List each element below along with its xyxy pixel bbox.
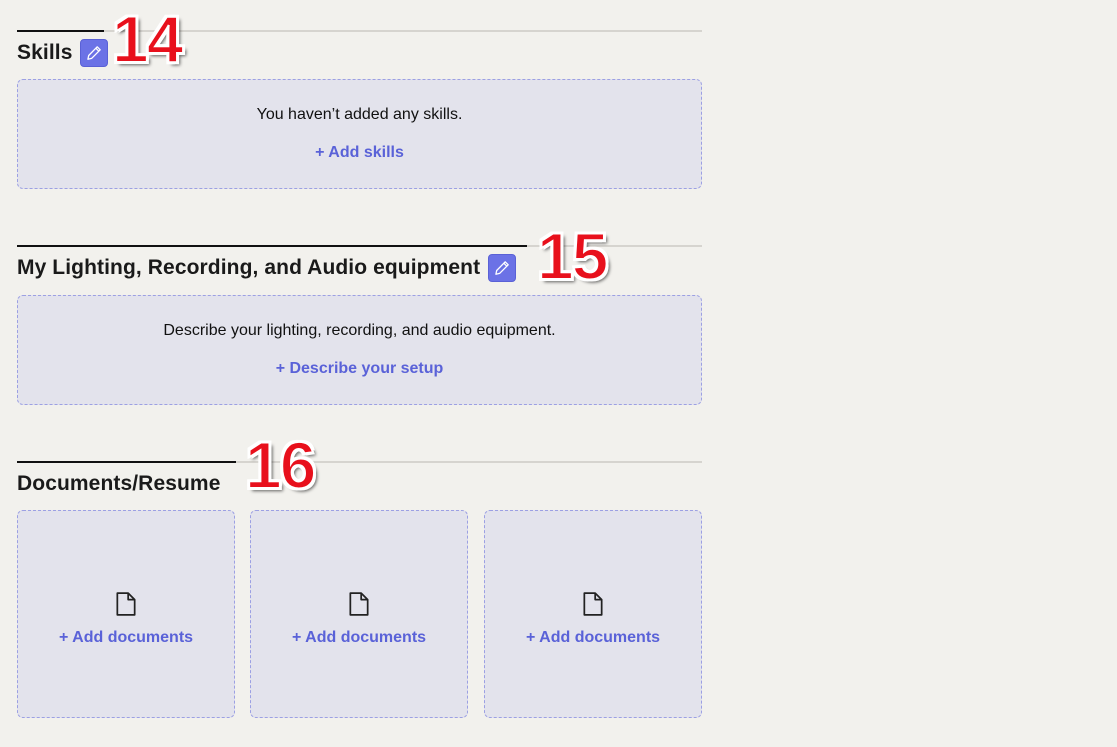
documents-title: Documents/Resume <box>17 472 221 495</box>
describe-setup-link[interactable]: + Describe your setup <box>276 360 444 378</box>
section-divider-accent <box>17 461 236 463</box>
annotation-marker-15: 15 <box>536 219 609 293</box>
section-divider-accent <box>17 245 527 247</box>
add-documents-link[interactable]: + Add documents <box>292 629 426 647</box>
equipment-empty-message: Describe your lighting, recording, and a… <box>163 322 556 339</box>
pencil-icon <box>495 261 510 275</box>
document-icon <box>116 592 136 616</box>
section-divider-accent <box>17 30 104 32</box>
add-documents-slot-2[interactable]: + Add documents <box>250 510 468 718</box>
annotation-marker-16: 16 <box>244 428 317 502</box>
skills-empty-card: You haven’t added any skills. + Add skil… <box>17 79 702 189</box>
documents-section-header: Documents/Resume <box>17 461 702 501</box>
edit-skills-button[interactable] <box>80 39 109 67</box>
annotation-marker-14: 14 <box>111 2 184 76</box>
pencil-icon <box>87 46 102 60</box>
equipment-empty-card: Describe your lighting, recording, and a… <box>17 295 702 405</box>
edit-equipment-button[interactable] <box>488 254 517 282</box>
equipment-title: My Lighting, Recording, and Audio equipm… <box>17 256 481 279</box>
add-documents-link[interactable]: + Add documents <box>526 629 660 647</box>
add-documents-slot-1[interactable]: + Add documents <box>17 510 235 718</box>
add-documents-slot-3[interactable]: + Add documents <box>484 510 702 718</box>
skills-empty-message: You haven’t added any skills. <box>256 106 463 123</box>
add-documents-link[interactable]: + Add documents <box>59 629 193 647</box>
add-skills-link[interactable]: + Add skills <box>315 144 404 162</box>
document-icon <box>583 592 603 616</box>
profile-sections: Skills 14 You haven’t added any skills. … <box>0 0 1117 747</box>
document-icon <box>349 592 369 616</box>
skills-title: Skills <box>17 41 73 64</box>
